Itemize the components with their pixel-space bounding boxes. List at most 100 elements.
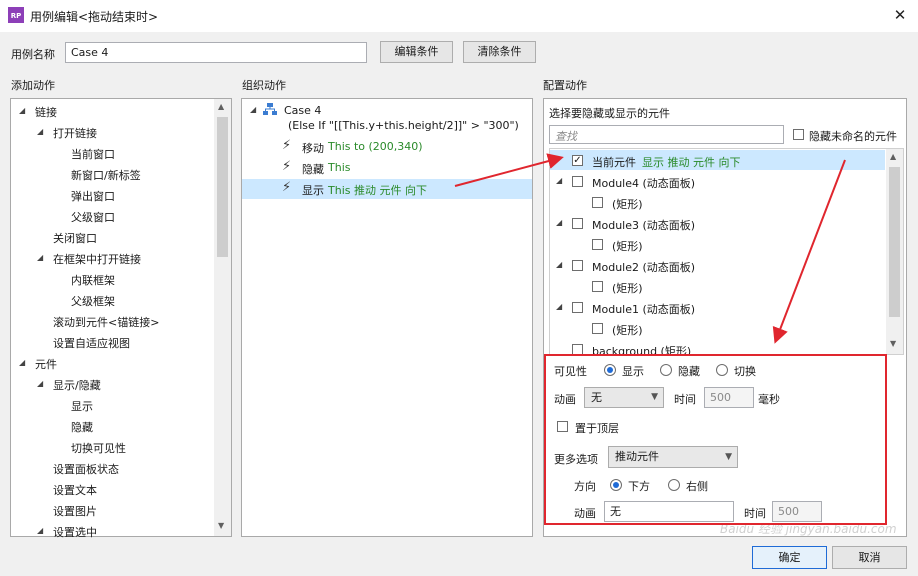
add-action-item[interactable]: 元件 — [35, 356, 57, 372]
widget-checkbox[interactable] — [572, 302, 583, 313]
more-options-label: 更多选项 — [554, 453, 598, 466]
widget-label[interactable]: (矩形) — [612, 322, 643, 338]
close-icon[interactable]: ✕ — [890, 5, 910, 25]
expand-case-icon[interactable]: ◢ — [250, 105, 256, 114]
add-action-item[interactable]: 弹出窗口 — [71, 188, 115, 204]
widget-checkbox[interactable] — [572, 176, 583, 187]
widget-search-input[interactable] — [549, 125, 784, 144]
widget-label[interactable]: Module3 (动态面板) — [592, 217, 695, 233]
add-action-item[interactable]: 设置面板状态 — [53, 461, 119, 477]
add-action-item[interactable]: 隐藏 — [71, 419, 93, 435]
add-action-item[interactable]: 新窗口/新标签 — [71, 167, 141, 183]
add-action-item[interactable]: 设置文本 — [53, 482, 97, 498]
add-action-item[interactable]: 内联框架 — [71, 272, 115, 288]
case-name-input[interactable]: Case 4 — [65, 42, 367, 63]
clear-condition-button[interactable]: 清除条件 — [463, 41, 536, 63]
add-action-item[interactable]: 父级框架 — [71, 293, 115, 309]
expand-icon[interactable]: ◢ — [19, 358, 25, 367]
direction-right-radio[interactable] — [668, 479, 680, 491]
widget-label[interactable]: 当前元件 — [592, 154, 636, 170]
widget-label[interactable]: Module1 (动态面板) — [592, 301, 695, 317]
add-action-item[interactable]: 设置自适应视图 — [53, 335, 130, 351]
visibility-hide-radio[interactable] — [660, 364, 672, 376]
expand-icon[interactable]: ◢ — [556, 176, 562, 185]
widget-label[interactable]: background (矩形) — [592, 343, 691, 354]
action-verb: 移动 — [302, 142, 324, 155]
scroll-thumb[interactable] — [889, 167, 900, 317]
action-detail: This to (200,340) — [328, 140, 423, 153]
widget-search-placeholder: 查找 — [555, 130, 577, 143]
widget-checkbox[interactable] — [592, 197, 603, 208]
case-title[interactable]: Case 4 — [284, 104, 321, 117]
expand-icon[interactable]: ◢ — [37, 253, 43, 262]
visibility-toggle-radio[interactable] — [716, 364, 728, 376]
push-animation-time-input[interactable]: 500 — [772, 501, 822, 522]
add-action-item[interactable]: 打开链接 — [53, 125, 97, 141]
widget-checkbox[interactable] — [592, 239, 603, 250]
organize-actions-panel: ◢ Case 4 (Else If "[[This.y+this.height/… — [241, 98, 533, 537]
bring-to-front-label: 置于顶层 — [575, 422, 619, 435]
add-action-item[interactable]: 设置图片 — [53, 503, 97, 519]
direction-down-radio[interactable] — [610, 479, 622, 491]
widget-tree-scrollbar[interactable]: ▲ ▼ — [886, 149, 903, 354]
widget-checkbox[interactable] — [592, 281, 603, 292]
expand-icon[interactable]: ◢ — [37, 526, 43, 535]
visibility-toggle-label: 切换 — [734, 365, 756, 378]
chevron-down-icon: ▼ — [651, 392, 658, 402]
add-action-item[interactable]: 滚动到元件<锚链接> — [53, 314, 159, 330]
widget-label[interactable]: (矩形) — [612, 280, 643, 296]
add-action-item[interactable]: 父级窗口 — [71, 209, 115, 225]
animation-time-label: 时间 — [674, 393, 696, 406]
hide-unnamed-checkbox[interactable] — [793, 129, 804, 140]
widget-label[interactable]: Module4 (动态面板) — [592, 175, 695, 191]
animation-unit-label: 毫秒 — [758, 393, 780, 406]
edit-condition-button[interactable]: 编辑条件 — [380, 41, 453, 63]
widget-tree: ✓ 当前元件 显示 推动 元件 向下 ◢ Module4 (动态面板) (矩形) ◢ Modu… — [549, 148, 904, 355]
animation-time-input[interactable]: 500 — [704, 387, 754, 408]
widget-detail: 显示 推动 元件 向下 — [642, 156, 741, 169]
expand-icon[interactable]: ◢ — [556, 218, 562, 227]
animation-select[interactable]: 无 ▼ — [584, 387, 664, 408]
expand-icon[interactable]: ◢ — [556, 260, 562, 269]
expand-icon[interactable]: ◢ — [19, 106, 25, 115]
lightning-icon: ⚡ — [282, 138, 292, 153]
scroll-up-icon[interactable]: ▲ — [890, 152, 896, 161]
add-action-item[interactable]: 在框架中打开链接 — [53, 251, 141, 267]
widget-label[interactable]: Module2 (动态面板) — [592, 259, 695, 275]
scroll-up-icon[interactable]: ▲ — [218, 102, 224, 111]
direction-right-label: 右侧 — [686, 480, 708, 493]
add-action-item[interactable]: 关闭窗口 — [53, 230, 97, 246]
cancel-button[interactable]: 取消 — [832, 546, 907, 569]
bring-to-front-checkbox[interactable] — [557, 421, 568, 432]
scroll-thumb[interactable] — [217, 117, 228, 257]
widget-checkbox[interactable] — [572, 218, 583, 229]
visibility-show-radio[interactable] — [604, 364, 616, 376]
widget-label[interactable]: (矩形) — [612, 196, 643, 212]
push-animation-select[interactable]: 无 — [604, 501, 734, 522]
widget-checkbox[interactable] — [572, 260, 583, 271]
expand-icon[interactable]: ◢ — [37, 379, 43, 388]
scroll-down-icon[interactable]: ▼ — [890, 339, 896, 348]
widget-checkbox[interactable] — [572, 344, 583, 354]
expand-icon[interactable]: ◢ — [556, 302, 562, 311]
organize-actions-header: 组织动作 — [242, 79, 286, 92]
direction-label: 方向 — [574, 480, 596, 493]
lightning-icon: ⚡ — [282, 180, 292, 195]
widget-label[interactable]: (矩形) — [612, 238, 643, 254]
add-action-item[interactable]: 显示/隐藏 — [53, 377, 101, 393]
add-action-item[interactable]: 当前窗口 — [71, 146, 115, 162]
direction-down-label: 下方 — [628, 480, 650, 493]
add-action-item[interactable]: 设置选中 — [53, 524, 97, 540]
ok-button[interactable]: 确定 — [752, 546, 827, 569]
add-action-item[interactable]: 切换可见性 — [71, 440, 126, 456]
configure-subheader: 选择要隐藏或显示的元件 — [549, 107, 670, 120]
add-action-item[interactable]: 显示 — [71, 398, 93, 414]
widget-checkbox[interactable] — [592, 323, 603, 334]
action-detail: This — [328, 161, 351, 174]
widget-checkbox[interactable]: ✓ — [572, 155, 583, 166]
add-actions-scrollbar[interactable]: ▲ ▼ — [214, 99, 231, 536]
scroll-down-icon[interactable]: ▼ — [218, 521, 224, 530]
more-options-select[interactable]: 推动元件 ▼ — [608, 446, 738, 468]
expand-icon[interactable]: ◢ — [37, 127, 43, 136]
add-action-item[interactable]: 链接 — [35, 104, 57, 120]
